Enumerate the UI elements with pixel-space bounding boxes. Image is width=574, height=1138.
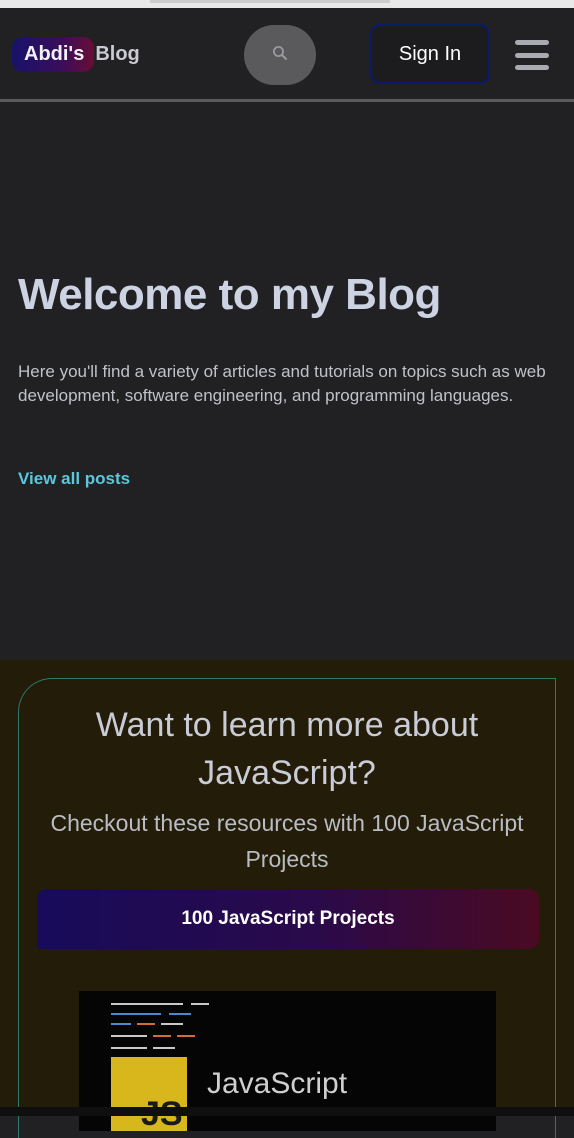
thumbnail-title: JavaScript	[207, 1067, 348, 1100]
menu-bar	[515, 40, 549, 45]
sign-in-button[interactable]: Sign In	[370, 24, 490, 84]
brand-primary: Abdi's	[12, 36, 95, 72]
hamburger-menu-icon[interactable]	[515, 40, 549, 70]
code-line-decoration	[191, 1003, 209, 1005]
hero-description: Here you'll find a variety of articles a…	[18, 362, 546, 405]
hero-title: Welcome to my Blog	[18, 270, 441, 319]
status-strip-fragment	[150, 0, 390, 3]
view-all-posts-link[interactable]: View all posts	[18, 469, 130, 489]
javascript-projects-button[interactable]: 100 JavaScript Projects	[37, 889, 539, 949]
browser-status-strip	[0, 0, 574, 8]
code-line-decoration	[153, 1035, 171, 1037]
code-line-decoration	[111, 1013, 161, 1015]
promo-subtitle: Checkout these resources with 100 JavaSc…	[50, 810, 524, 872]
code-line-decoration	[111, 1003, 183, 1005]
menu-bar	[515, 52, 549, 58]
code-line-decoration	[111, 1035, 147, 1037]
code-line-decoration	[111, 1023, 131, 1025]
promo-title: Want to learn more about JavaScript?	[95, 706, 479, 792]
promo-section: Want to learn more about JavaScript? Che…	[0, 660, 574, 1138]
js-logo-icon: JS	[111, 1057, 187, 1131]
code-line-decoration	[137, 1023, 155, 1025]
promo-card: Want to learn more about JavaScript? Che…	[18, 678, 556, 1138]
menu-bar	[515, 65, 549, 70]
code-line-decoration	[169, 1013, 191, 1015]
brand-logo[interactable]: Abdi's Blog	[12, 36, 140, 72]
code-line-decoration	[177, 1035, 195, 1037]
code-line-decoration	[153, 1047, 175, 1049]
brand-secondary: Blog	[95, 42, 140, 65]
code-line-decoration	[161, 1023, 183, 1025]
bottom-system-bar	[0, 1107, 574, 1116]
hero-section: Welcome to my Blog Here you'll find a va…	[0, 102, 574, 660]
search-button[interactable]	[244, 25, 316, 85]
site-header: Abdi's Blog Sign In	[0, 8, 574, 102]
code-line-decoration	[111, 1047, 147, 1049]
search-icon	[271, 44, 289, 67]
